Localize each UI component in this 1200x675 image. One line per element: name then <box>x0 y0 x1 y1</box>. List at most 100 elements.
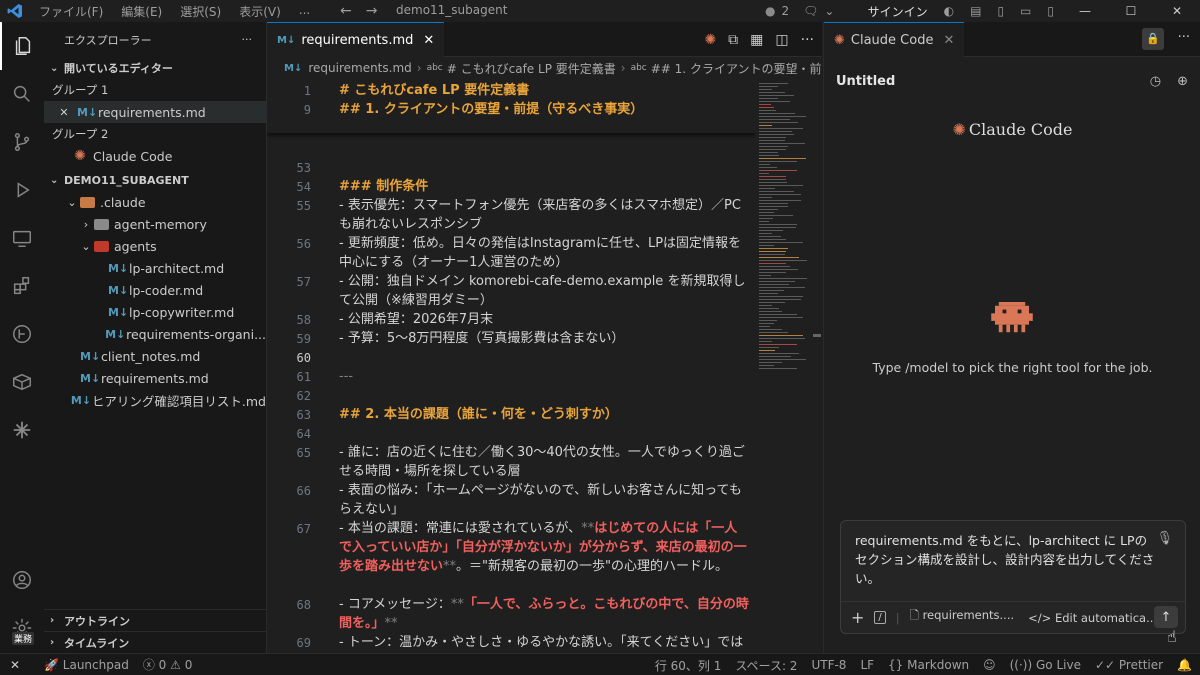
problems-item[interactable]: ⓧ 0 ⚠ 0 <box>143 656 193 673</box>
back-arrow-icon[interactable]: ← <box>340 3 352 19</box>
tree-item[interactable]: M↓ client_notes.md <box>44 345 266 367</box>
source-control-icon[interactable] <box>0 118 44 166</box>
tab-requirements[interactable]: M↓ requirements.md ✕ <box>267 22 445 57</box>
claude-spark-icon[interactable] <box>0 406 44 454</box>
workspace-header[interactable]: ⌄ DEMO11_SUBAGENT <box>44 169 266 191</box>
remote-indicator-icon[interactable]: ✕ <box>0 654 30 675</box>
remote-explorer-icon[interactable] <box>0 214 44 262</box>
more-actions-icon[interactable]: ··· <box>801 32 814 48</box>
forward-arrow-icon[interactable]: → <box>366 3 378 19</box>
tree-item[interactable]: M↓ lp-coder.md <box>44 279 266 301</box>
encoding[interactable]: UTF-8 <box>811 658 846 672</box>
toggle-panel-icon[interactable]: ▭ <box>1020 4 1031 18</box>
code-line[interactable]: - 公開：独自ドメイン komorebi-cafe-demo.example を… <box>339 272 749 310</box>
search-icon[interactable] <box>0 70 44 118</box>
new-chat-icon[interactable]: ⊕ <box>1177 74 1188 89</box>
code-line[interactable]: - 予算：5〜8万円程度（写真撮影費は含まない） <box>339 329 749 348</box>
copilot-icon[interactable]: ☺ <box>983 658 996 672</box>
menu-more[interactable]: ... <box>299 3 310 20</box>
code-line[interactable]: - 表面の悩み：「ホームページがないので、新しいお客さんに知ってもらえない」 <box>339 481 749 519</box>
code-line[interactable]: - 公開希望：2026年7月末 <box>339 310 749 329</box>
tree-item[interactable]: M↓ lp-architect.md <box>44 257 266 279</box>
lock-icon[interactable]: 🔒 <box>1142 28 1164 50</box>
command-center[interactable]: demo11_subagent <box>390 0 750 20</box>
code-line[interactable]: ### 制作条件 <box>339 177 749 196</box>
chat-input-box[interactable]: requirements.md をもとに、lp-architect に LPのセ… <box>840 520 1186 634</box>
maximize-button[interactable]: ☐ <box>1116 4 1146 18</box>
minimize-button[interactable]: — <box>1070 4 1100 18</box>
tree-item[interactable]: M↓ ヒアリング確認項目リスト.md <box>44 389 266 411</box>
run-debug-icon[interactable] <box>0 166 44 214</box>
tree-item[interactable]: ⌄ agents <box>44 235 266 257</box>
tree-item[interactable]: ⌄ .claude <box>44 191 266 213</box>
open-preview-icon[interactable]: ⧉ <box>728 32 738 48</box>
open-editor-requirements[interactable]: ✕ M↓ requirements.md <box>44 101 266 123</box>
more-actions-icon[interactable]: ··· <box>1178 30 1190 45</box>
vertical-scrollbar[interactable] <box>813 79 821 653</box>
chat-icon[interactable]: 🗨 <box>803 4 818 18</box>
more-actions-icon[interactable]: ··· <box>242 33 253 46</box>
tree-item[interactable]: M↓ requirements-organi... <box>44 323 266 345</box>
menu-selection[interactable]: 選択(S) <box>180 3 221 20</box>
split-editor-icon[interactable]: ◫ <box>775 32 788 48</box>
context-file-chip[interactable]: 🗋 requirements.... <box>910 608 1014 627</box>
menu-view[interactable]: 表示(V) <box>239 3 281 20</box>
code-line[interactable]: - 誰に：店の近くに住む／働く30〜40代の女性。一人でゆっくり過ごせる時間・場… <box>339 443 749 481</box>
golive-item[interactable]: ((·)) Go Live <box>1010 658 1081 672</box>
indentation[interactable]: スペース: 2 <box>735 657 797 674</box>
breadcrumb-file[interactable]: requirements.md <box>308 61 411 75</box>
close-window-button[interactable]: ✕ <box>1162 4 1192 18</box>
signin-button[interactable]: サインイン <box>868 3 928 20</box>
code-editor[interactable]: 1 # こもれびcafe LP 要件定義書 9 ## 1. クライアントの要望・… <box>267 79 755 653</box>
extensions-icon[interactable] <box>0 262 44 310</box>
code-line[interactable]: - 更新頻度：低め。日々の発信はInstagramに任せ、LPは固定情報を中心に… <box>339 234 749 272</box>
explorer-icon[interactable] <box>0 22 44 70</box>
tree-item[interactable]: M↓ requirements.md <box>44 367 266 389</box>
menu-edit[interactable]: 編集(E) <box>121 3 162 20</box>
settings-gear-icon[interactable]: 業務 <box>0 604 44 652</box>
container-icon[interactable] <box>0 358 44 406</box>
breadcrumb-h2[interactable]: ## 1. クライアントの要望・前提（守るべき事実） <box>651 60 822 77</box>
close-tab-icon[interactable]: ✕ <box>423 33 434 48</box>
code-line[interactable]: - トーン：温かみ・やさしさ・ゆるやかな誘い。「来てください」ではなく「いつでも… <box>339 633 749 653</box>
menu-file[interactable]: ファイル(F) <box>39 3 103 20</box>
close-tab-icon[interactable]: ✕ <box>943 33 954 48</box>
slash-command-icon[interactable]: / <box>874 611 886 624</box>
code-line[interactable]: - 表示優先：スマートフォン優先（来店客の多くはスマホ想定）／PCも崩れないレス… <box>339 196 749 234</box>
line-ending[interactable]: LF <box>860 658 874 672</box>
send-button[interactable]: ↑ <box>1154 606 1178 628</box>
language-mode[interactable]: {} Markdown <box>888 658 969 672</box>
account-pie-icon[interactable]: ◐ <box>944 4 954 18</box>
layout-icon[interactable]: ▤ <box>970 4 981 18</box>
cursor-position[interactable]: 行 60、列 1 <box>655 657 722 674</box>
add-attachment-icon[interactable]: + <box>851 608 864 627</box>
chevron-down-icon[interactable]: ⌄ <box>824 4 834 18</box>
preview-side-icon[interactable]: ▦ <box>750 32 763 48</box>
open-editor-claude[interactable]: ✺ Claude Code <box>44 145 266 167</box>
gitlens-icon[interactable] <box>0 310 44 358</box>
account-icon[interactable] <box>0 556 44 604</box>
code-line[interactable]: ## 2. 本当の課題（誰に・何を・どう刺すか） <box>339 405 749 424</box>
tree-item[interactable]: › agent-memory <box>44 213 266 235</box>
outline-header[interactable]: › アウトライン <box>44 609 266 631</box>
code-line[interactable]: --- <box>339 367 749 386</box>
microphone-icon[interactable]: 🎙 <box>1156 531 1173 546</box>
chat-input-text[interactable]: requirements.md をもとに、lp-architect に LPのセ… <box>855 531 1155 588</box>
open-editors-header[interactable]: ⌄ 開いているエディター <box>44 57 266 79</box>
tree-item[interactable]: M↓ lp-copywriter.md <box>44 301 266 323</box>
vscode-logo-icon[interactable] <box>0 0 30 22</box>
close-icon[interactable]: ✕ <box>56 106 72 119</box>
sticky-scroll[interactable]: 1 # こもれびcafe LP 要件定義書 9 ## 1. クライアントの要望・… <box>267 79 755 133</box>
timeline-header[interactable]: › タイムライン <box>44 631 266 653</box>
breadcrumb-h1[interactable]: # こもれびcafe LP 要件定義書 <box>447 60 616 77</box>
toggle-sidebar-icon[interactable]: ▯ <box>997 4 1004 18</box>
launchpad-item[interactable]: 🚀 Launchpad <box>44 658 129 672</box>
history-clock-icon[interactable]: ◷ <box>1150 74 1161 89</box>
minimap[interactable] <box>757 79 811 653</box>
claude-spark-icon[interactable]: ✺ <box>704 32 716 48</box>
tab-claude-code[interactable]: ✺ Claude Code ✕ <box>824 22 965 57</box>
prettier-item[interactable]: ✓✓ Prettier <box>1095 658 1163 672</box>
code-line[interactable]: - コアメッセージ：**「一人で、ふらっと。こもれびの中で、自分の時間を。」** <box>339 595 749 633</box>
toggle-secondary-icon[interactable]: ▯ <box>1047 4 1054 18</box>
edit-mode-selector[interactable]: </> Edit automatica... <box>1028 611 1157 625</box>
